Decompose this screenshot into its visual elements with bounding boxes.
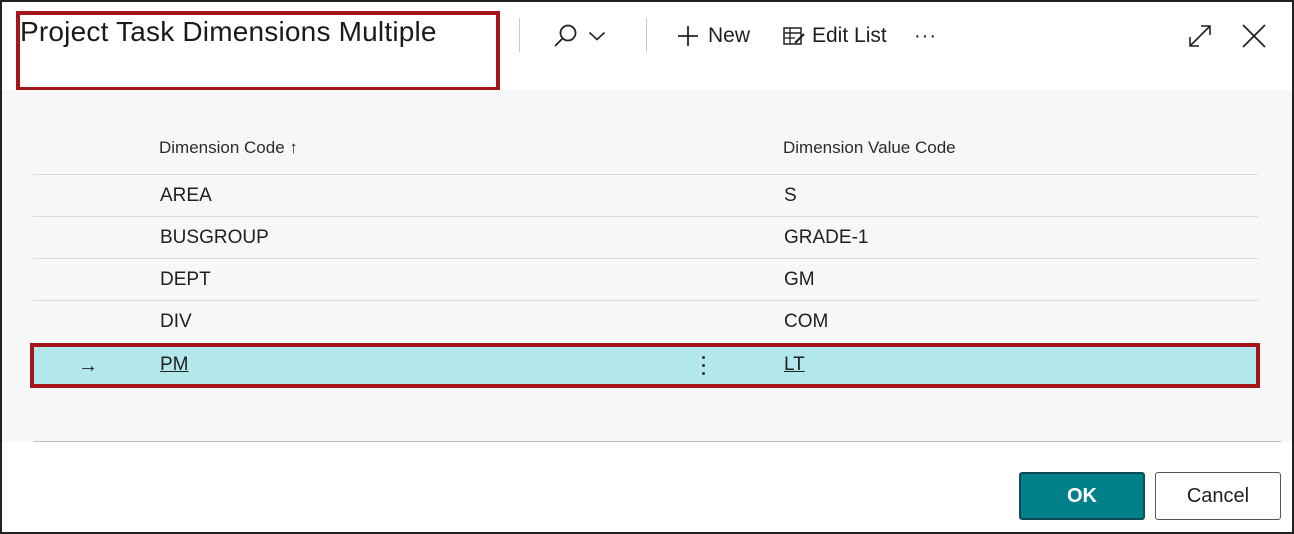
dimension-value-code-link[interactable]: LT bbox=[784, 354, 805, 376]
edit-list-icon bbox=[782, 24, 806, 48]
dimension-code-cell[interactable]: DIV bbox=[160, 311, 192, 333]
dimension-value-code-cell[interactable]: S bbox=[784, 185, 797, 207]
dialog-header: Project Task Dimensions Multiple New Edi… bbox=[2, 2, 1292, 91]
list-content: Dimension Code ↑ Dimension Value Code AR… bbox=[2, 90, 1292, 442]
dimension-value-code-cell[interactable]: GRADE-1 bbox=[784, 227, 868, 249]
dimension-value-code-cell[interactable]: GM bbox=[784, 269, 815, 291]
table-row-selected[interactable]: → PM LT bbox=[32, 347, 1260, 384]
chevron-down-icon bbox=[588, 30, 606, 42]
edit-list-button[interactable]: Edit List bbox=[782, 16, 887, 56]
close-button[interactable] bbox=[1240, 16, 1268, 56]
dimension-code-cell[interactable]: BUSGROUP bbox=[160, 227, 269, 249]
edit-list-label: Edit List bbox=[812, 24, 887, 47]
dimension-code-link[interactable]: PM bbox=[160, 354, 189, 376]
cancel-button[interactable]: Cancel bbox=[1155, 472, 1281, 520]
plus-icon bbox=[676, 24, 700, 48]
table-row[interactable]: AREA S bbox=[33, 174, 1258, 216]
dimension-value-code-cell[interactable]: COM bbox=[784, 311, 828, 333]
new-button[interactable]: New bbox=[676, 16, 750, 56]
current-row-arrow-icon: → bbox=[78, 355, 98, 377]
table-row[interactable]: DIV COM bbox=[33, 300, 1258, 342]
more-options-button[interactable]: ··· bbox=[914, 16, 937, 56]
close-icon bbox=[1240, 22, 1268, 50]
column-header-dimension-value-code[interactable]: Dimension Value Code bbox=[783, 138, 956, 158]
search-icon bbox=[552, 22, 580, 50]
table-row[interactable]: DEPT GM bbox=[33, 258, 1258, 300]
dimension-code-cell[interactable]: AREA bbox=[160, 185, 212, 207]
page-title: Project Task Dimensions Multiple bbox=[20, 16, 437, 47]
toolbar-separator bbox=[519, 18, 520, 52]
dialog-window: Project Task Dimensions Multiple New Edi… bbox=[0, 0, 1294, 534]
column-header-dimension-code[interactable]: Dimension Code ↑ bbox=[159, 138, 298, 158]
expand-icon bbox=[1186, 22, 1214, 50]
ok-button[interactable]: OK bbox=[1019, 472, 1145, 520]
expand-button[interactable] bbox=[1186, 16, 1214, 56]
toolbar-separator bbox=[646, 18, 647, 52]
table-row[interactable]: BUSGROUP GRADE-1 bbox=[33, 216, 1258, 258]
row-actions-icon[interactable] bbox=[696, 351, 712, 381]
dimension-code-cell[interactable]: DEPT bbox=[160, 269, 211, 291]
divider bbox=[33, 441, 1281, 442]
search-button[interactable] bbox=[552, 16, 606, 56]
new-button-label: New bbox=[708, 24, 751, 47]
